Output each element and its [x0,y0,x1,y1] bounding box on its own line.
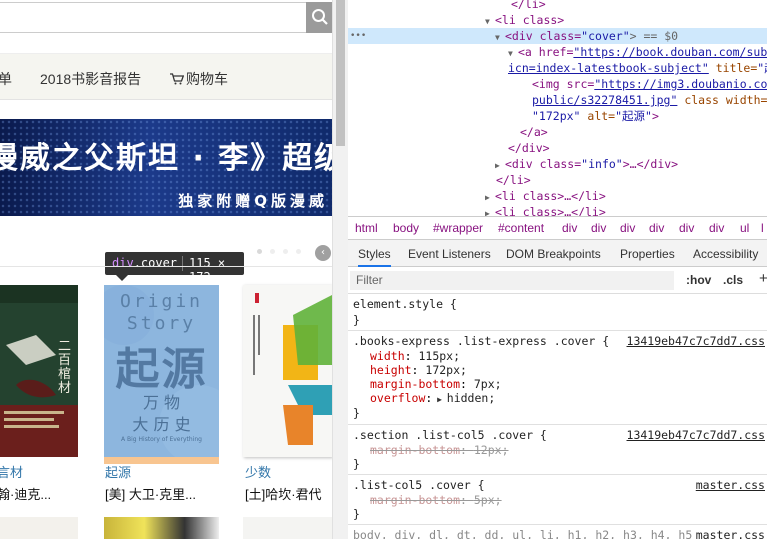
book-cover-3[interactable] [243,285,332,457]
search-icon [312,9,328,25]
breadcrumb-item[interactable]: div [709,217,724,239]
book-cover-6[interactable] [243,517,332,539]
filter-bar: Filter :hov .cls + [348,267,767,294]
book-cover-1[interactable]: 二百棺材 [0,285,78,457]
style-rule-element: element.style { } [348,294,767,331]
filter-input[interactable]: Filter [350,271,674,290]
dom-line[interactable]: ▶ <div class="info">…</div> [348,156,767,172]
cart-label: 购物车 [186,71,228,87]
rule-selector[interactable]: element.style { [353,297,457,311]
tooltip-dimensions: 115 × 172 [189,256,226,284]
css-property[interactable]: height: 172px; [370,363,467,377]
inspect-tooltip: div.cover 115 × 172 [105,252,244,284]
dom-line[interactable]: ▼ <li class> [348,12,767,28]
style-rule-3: .list-col5 .cover { master.css margin-bo… [348,475,767,525]
tab-properties[interactable]: Properties [620,247,675,261]
banner-title: 漫威之父斯坦 · 李》超级英 [0,141,332,176]
dom-line[interactable]: </li> [348,0,767,12]
dom-line[interactable]: icn=index-latestbook-subject" title="起源 [348,60,767,76]
nav-item-report[interactable]: 2018书影音报告 [40,69,141,89]
rule-selector[interactable]: .books-express .list-express .cover { [353,334,609,348]
breadcrumb-item[interactable]: div [679,217,694,239]
book-author-3: [土]哈坎·君代 [245,487,322,502]
breadcrumb: html body #wrapper #content div div div … [348,216,767,240]
add-rule-button[interactable]: + [759,270,767,287]
dom-line[interactable]: "172px" alt="起源"> [348,108,767,124]
rule-source-link[interactable]: master.css [696,478,765,492]
rule-selector[interactable]: .list-col5 .cover { [353,478,485,492]
breadcrumb-item[interactable]: l [761,217,764,239]
nav-item-cart[interactable]: 购物车 [170,69,228,89]
dom-line[interactable]: </div> [348,140,767,156]
css-property-overridden[interactable]: margin-bottom: 5px; [370,493,502,507]
banner-subtitle: 独家附赠Q版漫威 [178,192,328,210]
devtools-panel: </li> ▼ <li class> ••• ▼ <div class="cover… [348,0,767,539]
rule-source-link[interactable]: 13419eb47c7c7dd7.css [627,428,765,442]
book-cover-5[interactable] [104,517,219,539]
promo-banner[interactable]: 漫威之父斯坦 · 李》超级英 独家附赠Q版漫威 [0,119,332,216]
book-title-2[interactable]: 起源 [105,462,131,481]
dom-line[interactable]: </a> [348,124,767,140]
dom-ellipsis-button[interactable]: ••• [350,28,366,44]
breadcrumb-item[interactable]: div [591,217,606,239]
hov-button[interactable]: :hov [686,273,711,287]
dom-line[interactable]: ▶ <li class>…</li> [348,188,767,204]
book-title-3[interactable]: 少数 [245,462,271,481]
dom-line-selected[interactable]: ••• ▼ <div class="cover"> == $0 [348,28,767,44]
css-property[interactable]: margin-bottom: 7px; [370,377,502,391]
style-rule-2: .section .list-col5 .cover { 13419eb47c7… [348,425,767,475]
dom-line[interactable]: public/s32278451.jpg" class width="1 [348,92,767,108]
breadcrumb-item[interactable]: ul [740,217,749,239]
book-author-1: 翰·迪克... [0,487,52,502]
cls-button[interactable]: .cls [723,273,743,287]
cover1-text: 二百棺材 [58,339,72,396]
tab-event-listeners[interactable]: Event Listeners [408,247,491,261]
rule-source-link[interactable]: 13419eb47c7c7dd7.css [627,334,765,348]
book-cover-4[interactable] [0,517,78,539]
css-property[interactable]: width: 115px; [370,349,460,363]
scrollbar-thumb[interactable] [336,0,345,146]
breadcrumb-item[interactable]: div [562,217,577,239]
css-property[interactable]: overflow: ▶ hidden; [370,391,495,405]
carousel-prev-button[interactable]: ‹ [315,245,331,261]
tab-accessibility[interactable]: Accessibility [693,247,758,261]
tab-styles[interactable]: Styles [358,247,391,267]
book-title-1[interactable]: 言材 [0,462,23,481]
dom-line[interactable]: ▼ <a href="https://book.douban.com/subje [348,44,767,60]
nav-bar: 单 2018书影音报告 购物车 [0,53,332,100]
style-rule-4: body, div, dl, dt, dd, ul, li, h1, h2, h… [348,525,767,539]
page-scrollbar[interactable] [332,0,348,539]
book-author-2: [美] 大卫·克里... [105,487,197,502]
style-rule-1: .books-express .list-express .cover { 13… [348,331,767,425]
tooltip-tag: div.cover [112,256,178,270]
dom-line[interactable]: </li> [348,172,767,188]
inspect-highlight [104,285,219,457]
dom-line[interactable]: <img src="https://img3.doubanio.com/ [348,76,767,92]
rule-selector[interactable]: .section .list-col5 .cover { [353,428,547,442]
web-page: 单 2018书影音报告 购物车 漫威之父斯坦 · 李》超级英 独家附赠Q版漫威 … [0,0,332,539]
cart-icon [170,73,184,85]
css-property-overridden[interactable]: margin-bottom: 12px; [370,443,509,457]
rule-selector[interactable]: body, div, dl, dt, dd, ul, li, h1, h2, h… [353,528,699,539]
breadcrumb-item[interactable]: body [393,217,419,239]
rule-source-link[interactable]: master.css [691,528,765,539]
tab-dom-breakpoints[interactable]: DOM Breakpoints [506,247,601,261]
breadcrumb-item[interactable]: div [620,217,635,239]
breadcrumb-item[interactable]: #content [498,217,544,239]
nav-item-list[interactable]: 单 [0,69,12,89]
search-button[interactable] [306,2,332,33]
styles-tabbar: Styles Event Listeners DOM Breakpoints P… [348,240,767,267]
breadcrumb-item[interactable]: #wrapper [433,217,483,239]
search-input[interactable] [0,2,306,33]
breadcrumb-item[interactable]: html [355,217,378,239]
breadcrumb-item[interactable]: div [649,217,664,239]
